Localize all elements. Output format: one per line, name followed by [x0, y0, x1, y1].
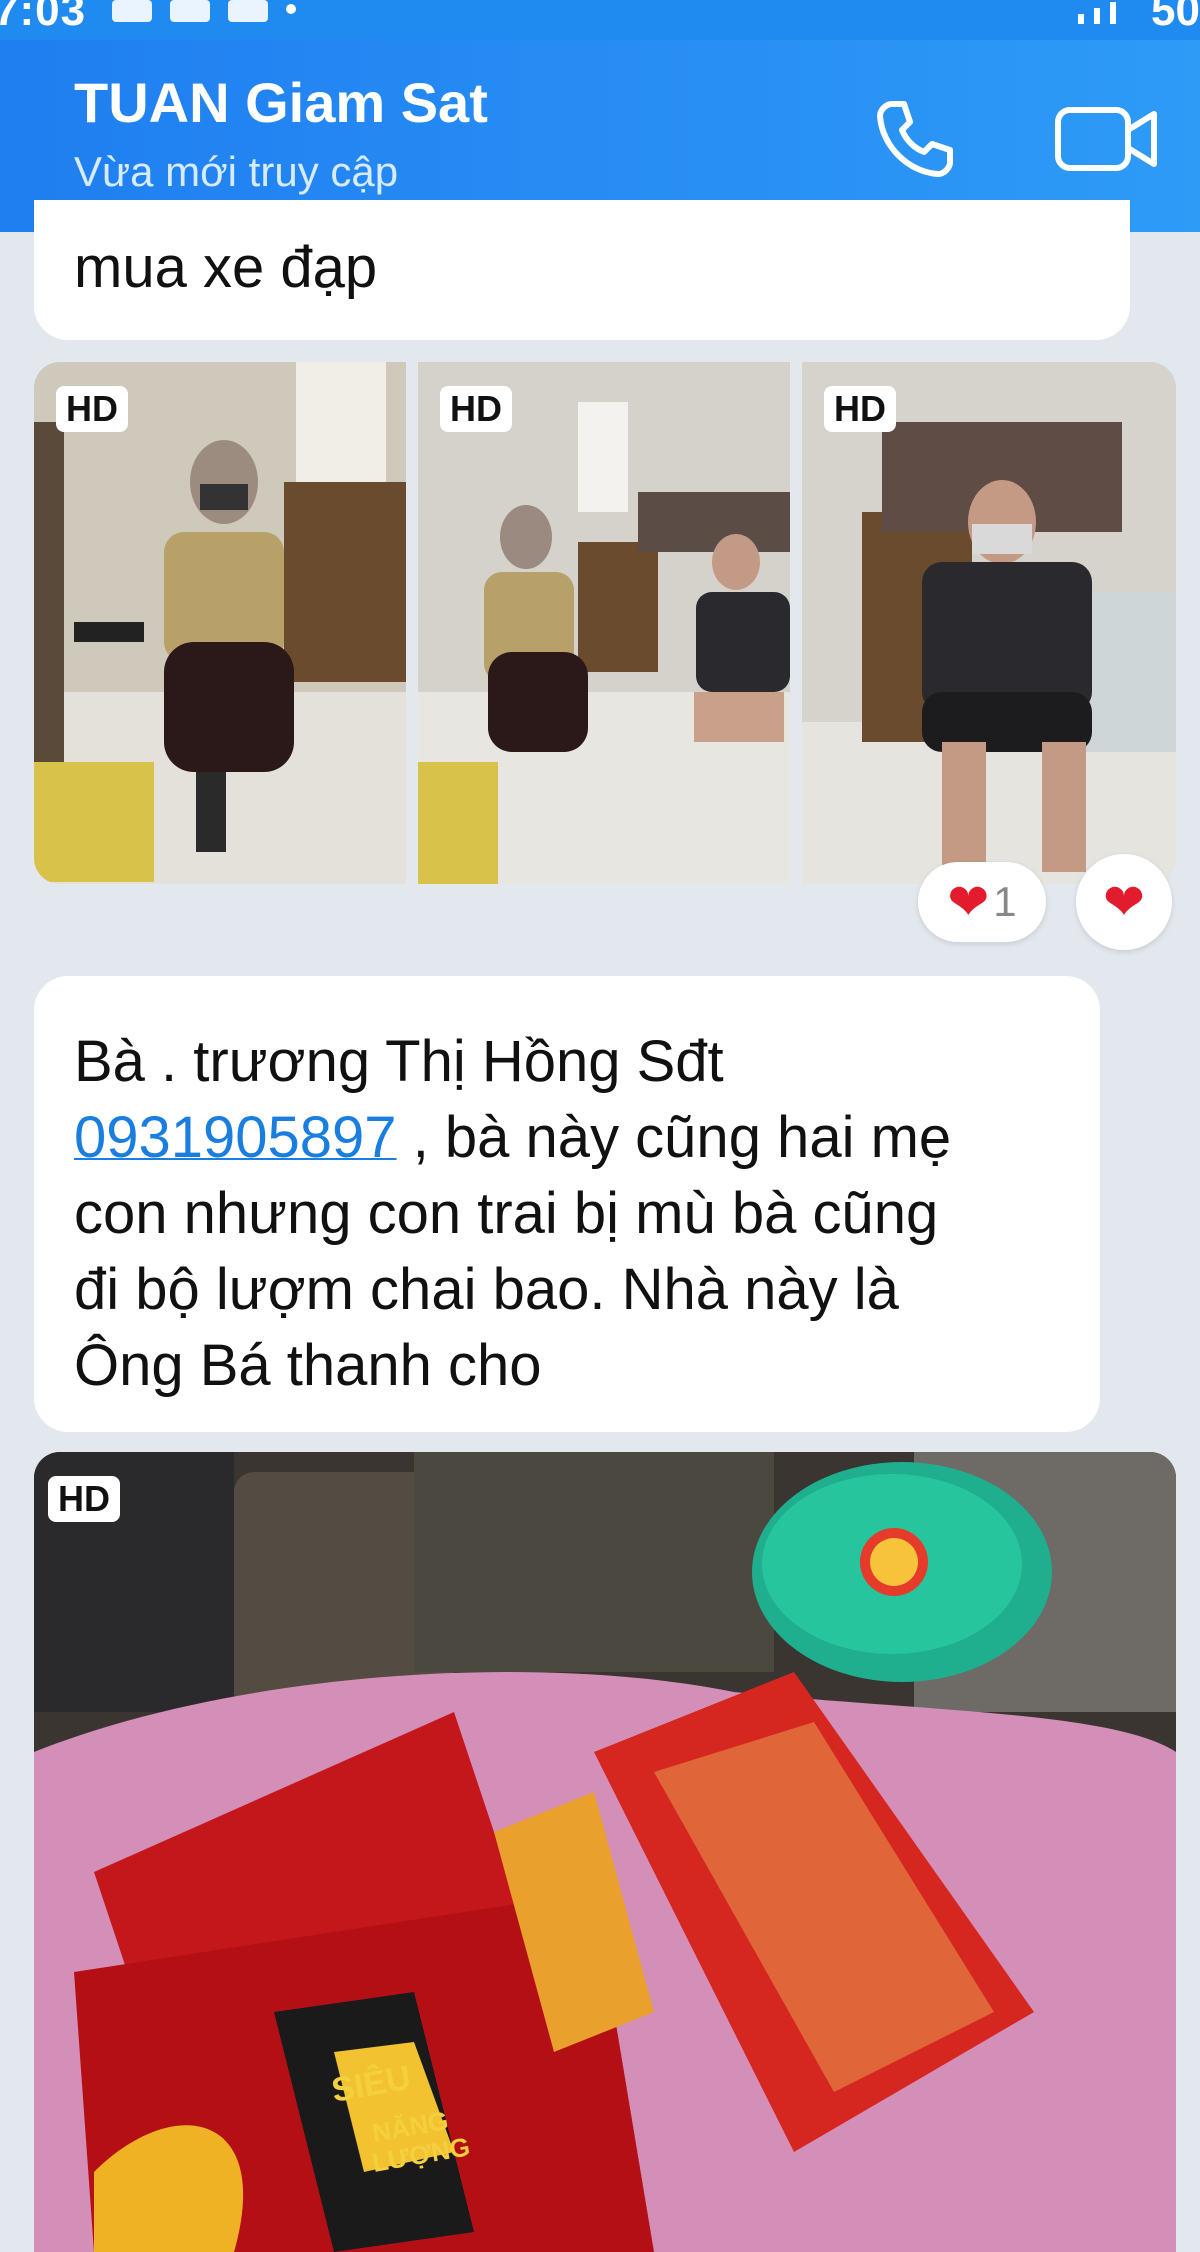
photo-elderly-woman — [34, 362, 406, 884]
message-line: Bà . trương Thị Hồng Sđt — [74, 1029, 724, 1094]
add-reaction-button[interactable]: ❤ — [1076, 854, 1172, 950]
photo-thumbnail-1[interactable]: HD — [34, 362, 406, 884]
photo-man-seated — [802, 362, 1176, 884]
status-time: 7:03 — [0, 0, 87, 35]
message-line: con nhưng con trai bị mù bà cũng — [74, 1181, 939, 1246]
reaction-summary[interactable]: ❤ 1 — [918, 862, 1046, 942]
photo-message[interactable]: SIÊU NĂNG LƯỢNG HD — [34, 1452, 1176, 2252]
contact-status: Vừa mới truy cập — [74, 148, 399, 195]
message-text: mua xe đạp — [74, 235, 378, 300]
status-battery: 50 — [1151, 0, 1200, 35]
hd-badge: HD — [48, 1476, 120, 1522]
heart-icon: ❤ — [1103, 874, 1145, 930]
viber-notification-icon — [228, 0, 268, 22]
voice-call-button[interactable] — [866, 90, 962, 186]
video-call-icon — [1055, 107, 1157, 171]
message-line: Ông Bá thanh cho — [74, 1333, 542, 1398]
zalo-notification-icon — [170, 0, 210, 22]
message-bubble[interactable]: Bà . trương Thị Hồng Sđt 0931905897 , bà… — [34, 976, 1100, 1432]
photo-thumbnail-2[interactable]: HD — [418, 362, 790, 884]
message-line: 0931905897 , bà này cũng hai mẹ — [74, 1100, 951, 1176]
photo-woman-and-son — [418, 362, 790, 884]
reaction-count: 1 — [993, 878, 1017, 925]
photo-thumbnail-3[interactable]: HD — [802, 362, 1176, 884]
phone-number-link[interactable]: 0931905897 — [74, 1105, 397, 1170]
photo-noodle-packages: SIÊU NĂNG LƯỢNG — [34, 1452, 1176, 2252]
message-bubble-partial[interactable]: mua xe đạp — [34, 200, 1130, 340]
notification-icons — [112, 0, 296, 22]
message-line: đi bộ lượm chai bao. Nhà này là — [74, 1257, 899, 1322]
hd-badge: HD — [440, 386, 512, 432]
phone-icon — [877, 101, 953, 177]
more-notifications-icon — [286, 4, 296, 14]
signal-icon — [1078, 2, 1116, 24]
message-text-segment: , bà này cũng hai mẹ — [396, 1105, 952, 1170]
hd-badge: HD — [56, 386, 128, 432]
image-notification-icon — [112, 0, 152, 22]
video-call-button[interactable] — [1052, 90, 1162, 186]
heart-icon: ❤ — [947, 874, 990, 930]
status-bar: 7:03 50 — [0, 0, 1200, 40]
hd-badge: HD — [824, 386, 896, 432]
contact-name[interactable]: TUAN Giam Sat — [74, 70, 488, 135]
